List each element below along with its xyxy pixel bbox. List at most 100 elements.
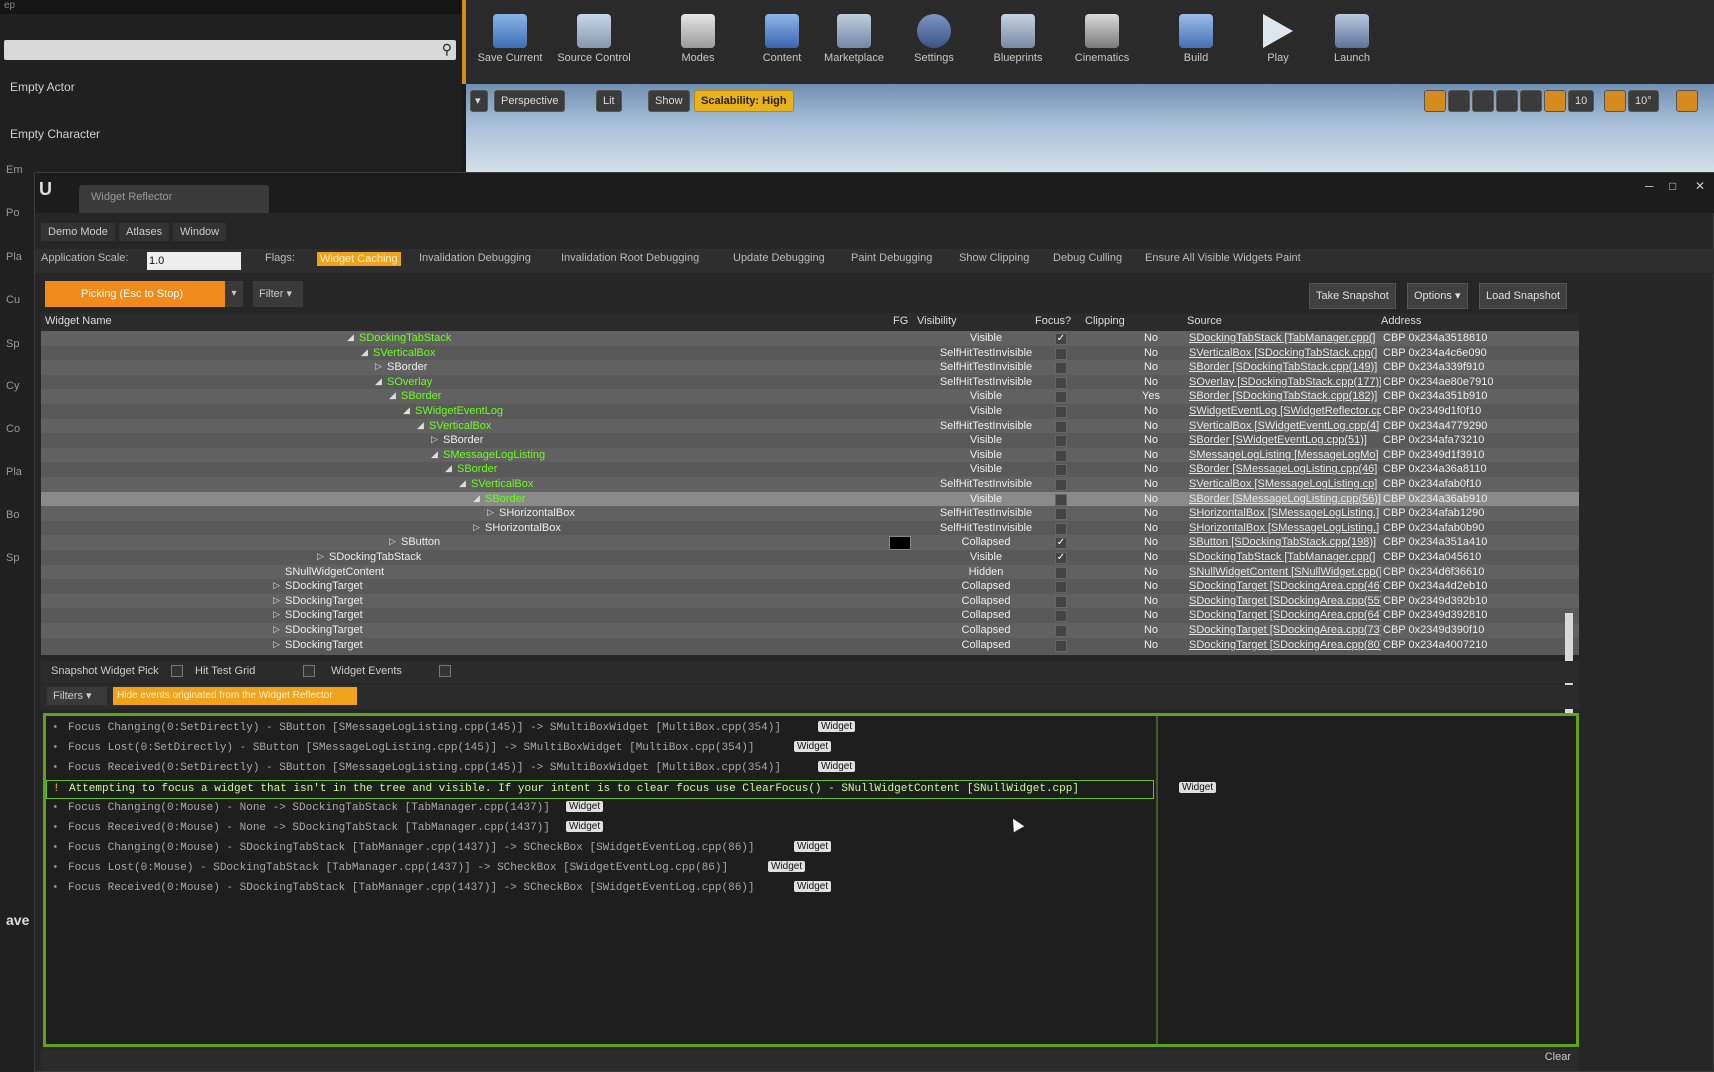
snapshot-widget-pick-checkbox[interactable] [171,665,183,677]
modes-button[interactable]: Modes [658,14,738,64]
col-widget-name[interactable]: Widget Name [45,315,112,327]
col-visibility[interactable]: Visibility [917,315,957,327]
expand-arrow-icon[interactable]: ▷ [273,595,280,606]
log-row[interactable]: • Focus Received(0:SetDirectly) - SButton… [46,760,1154,779]
lit-button[interactable]: Lit [596,90,622,112]
rotation-snap-icon[interactable] [1604,90,1626,112]
load-snapshot-button[interactable]: Load Snapshot [1479,283,1568,309]
menu-demo-mode[interactable]: Demo Mode [41,223,115,241]
widget-tree-row[interactable]: ▷ SButton Collapsed ✓ No SButton [SDockingTab… [41,535,1579,552]
widget-source-link[interactable]: SVerticalBox [SMessageLogListing.cp] [1189,478,1381,490]
flag-show-clipping[interactable]: Show Clipping [959,252,1029,264]
viewport-options-dropdown[interactable]: ▾ [470,90,488,112]
widget-tree-row[interactable]: ▷ SBorder SelfHitTestInvisible No SBorder [S… [41,360,1579,377]
widget-source-link[interactable]: SVerticalBox [SWidgetEventLog.cpp(4] [1189,420,1381,432]
widget-source-link[interactable]: SBorder [SWidgetEventLog.cpp(51)] [1189,434,1381,446]
settings-button[interactable]: Settings [894,14,974,64]
take-snapshot-button[interactable]: Take Snapshot [1309,283,1396,309]
collapse-arrow-icon[interactable]: ◢ [473,493,480,504]
show-button[interactable]: Show [648,90,690,112]
widget-tree-row[interactable]: ◢ SVerticalBox SelfHitTestInvisible No SVert… [41,477,1579,493]
widget-source-link[interactable]: SBorder [SDockingTabStack.cpp(149)] [1189,361,1381,373]
expand-arrow-icon[interactable]: ▷ [473,522,480,533]
translate-icon[interactable] [1424,90,1446,112]
widget-tree-row[interactable]: ▷ SDockingTarget Collapsed No SDockingTarget… [41,623,1579,639]
widget-source-link[interactable]: SHorizontalBox [SMessageLogListing.] [1189,507,1381,519]
widget-tree-row[interactable]: SNullWidgetContent Hidden No SNullWidgetCon… [41,564,1579,581]
perspective-button[interactable]: Perspective [494,90,566,112]
widget-source-link[interactable]: SDockingTabStack [TabManager.cpp(] [1189,332,1381,344]
grid-snap-value[interactable]: 10 [1568,90,1595,112]
close-icon[interactable]: ✕ [1695,179,1705,193]
widget-link-button[interactable]: Widget [566,821,604,832]
minimize-icon[interactable]: ─ [1645,179,1654,193]
col-source[interactable]: Source [1187,315,1222,327]
expand-arrow-icon[interactable]: ▷ [273,580,280,591]
picking-button[interactable]: Picking (Esc to Stop) [45,281,225,307]
options-button[interactable]: Options ▾ [1407,283,1468,309]
play-button[interactable]: Play [1238,14,1318,64]
place-item-empty-character[interactable]: Empty Character [10,127,100,141]
flag-debug-culling[interactable]: Debug Culling [1053,252,1122,264]
expand-arrow-icon[interactable]: ▷ [431,434,438,445]
collapse-arrow-icon[interactable]: ◢ [417,420,424,431]
widget-source-link[interactable]: SBorder [SDockingTabStack.cpp(182)] [1189,390,1381,402]
widget-tree-row[interactable]: ◢ SMessageLogListing Visible No SMessageLogL… [41,447,1579,464]
place-item-empty-actor[interactable]: Empty Actor [10,80,75,94]
widget-source-link[interactable]: SButton [SDockingTabStack.cpp(198)] [1189,536,1381,548]
widget-tree-row[interactable]: ▷ SHorizontalBox SelfHitTestInvisible No SHo… [41,506,1579,523]
collapse-arrow-icon[interactable]: ◢ [389,390,396,401]
log-row[interactable]: • Focus Lost(0:SetDirectly) - SButton [SM… [46,740,1154,759]
log-row[interactable]: • Focus Received(0:Mouse) - None -> SDock… [46,820,1154,839]
save-current-button[interactable]: Save Current [470,14,550,64]
widget-events-checkbox[interactable] [439,665,451,677]
widget-tree-row[interactable]: ◢ SDockingTabStack Visible ✓ No SDockingTabSt… [41,331,1579,347]
launch-button[interactable]: Launch [1312,14,1392,64]
log-row[interactable]: • Focus Changing(0:Mouse) - None -> SDock… [46,800,1154,819]
widget-link-button[interactable]: Widget [794,881,832,892]
flag-ensure-all-visible-widgets-paint[interactable]: Ensure All Visible Widgets Paint [1145,252,1301,264]
widget-source-link[interactable]: SBorder [SMessageLogListing.cpp(46] [1189,463,1381,475]
expand-arrow-icon[interactable]: ▷ [487,507,494,518]
event-log-list[interactable]: • Focus Changing(0:SetDirectly) - SButton… [46,716,1217,1044]
marketplace-button[interactable]: Marketplace [814,14,894,64]
widget-tree-row[interactable]: ◢ SOverlay SelfHitTestInvisible No SOverlay … [41,374,1579,391]
picking-dropdown[interactable]: ▾ [225,281,243,307]
widget-source-link[interactable]: SOverlay [SDockingTabStack.cpp(177)] [1189,376,1381,388]
widget-tree-row[interactable]: ▷ SDockingTarget Collapsed No SDockingTarget… [41,593,1579,610]
log-row[interactable]: • Focus Lost(0:Mouse) - SDockingTabStack … [46,860,1154,879]
expand-arrow-icon[interactable]: ▷ [375,361,382,372]
world-icon[interactable] [1496,90,1518,112]
expand-arrow-icon[interactable]: ▷ [273,609,280,620]
surface-snap-icon[interactable] [1520,90,1542,112]
widget-source-link[interactable]: SNullWidgetContent [SNullWidget.cpp(] [1189,566,1381,578]
hide-reflector-events-toggle[interactable]: Hide events originated from the Widget R… [113,687,357,705]
flag-paint-debugging[interactable]: Paint Debugging [851,252,932,264]
clear-button[interactable]: Clear [1545,1051,1571,1063]
col-address[interactable]: Address [1381,315,1421,327]
collapse-arrow-icon[interactable]: ◢ [445,463,452,474]
widget-tree-row[interactable]: ▷ SDockingTarget Collapsed No SDockingTarget… [41,608,1579,625]
widget-source-link[interactable]: SDockingTabStack [TabManager.cpp(] [1189,551,1381,563]
scale-icon[interactable] [1472,90,1494,112]
flag-widget-caching[interactable]: Widget Caching [317,252,401,266]
widget-tree-row[interactable]: ◢ SWidgetEventLog Visible No SWidgetEventLog… [41,404,1579,420]
widget-link-button[interactable]: Widget [794,741,832,752]
application-scale-input[interactable] [147,252,241,270]
expand-arrow-icon[interactable]: ▷ [317,551,324,562]
widget-tree-row[interactable]: ▷ SHorizontalBox SelfHitTestInvisible No SHo… [41,520,1579,537]
log-row[interactable]: • Focus Received(0:Mouse) - SDockingTabSt… [46,880,1154,899]
flag-update-debugging[interactable]: Update Debugging [733,252,825,264]
widget-source-link[interactable]: SMessageLogListing [MessageLogMo] [1189,449,1381,461]
widget-source-link[interactable]: SDockingTarget [SDockingArea.cpp(73] [1189,624,1381,636]
col-focus[interactable]: Focus? [1035,315,1071,327]
rotate-icon[interactable] [1448,90,1470,112]
collapse-arrow-icon[interactable]: ◢ [403,405,410,416]
level-viewport[interactable]: ▾ Perspective Lit Show Scalability: High… [466,84,1714,172]
collapse-arrow-icon[interactable]: ◢ [361,347,368,358]
collapse-arrow-icon[interactable]: ◢ [347,332,354,343]
maximize-icon[interactable]: □ [1669,179,1676,193]
widget-tree-row[interactable]: ▷ SDockingTarget Collapsed No SDockingTarget… [41,637,1579,654]
log-row[interactable]: • Focus Changing(0:Mouse) - SDockingTabSt… [46,840,1154,859]
hit-test-grid-checkbox[interactable] [303,665,315,677]
